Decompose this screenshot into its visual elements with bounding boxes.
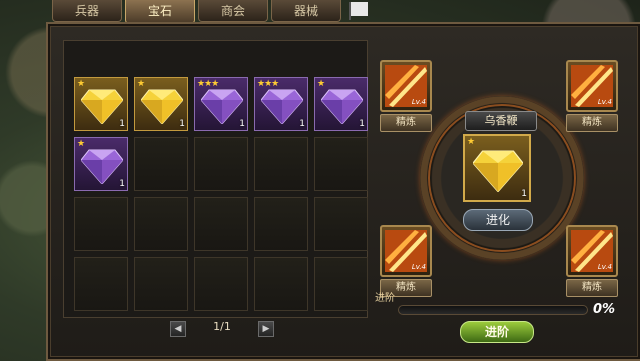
weapon-slot[interactable]: Lv.4 — [566, 225, 618, 277]
inventory-slot-empty[interactable] — [314, 197, 368, 251]
weapon-slot[interactable]: Lv.4 — [566, 60, 618, 112]
item-quantity: 1 — [521, 189, 527, 199]
weapon-slot[interactable]: Lv.4 — [380, 60, 432, 112]
item-quantity: 1 — [359, 119, 365, 129]
weapon-level: Lv.4 — [597, 98, 612, 106]
inventory-slot-purple-gem[interactable]: ★ 1 — [314, 77, 368, 131]
progress-percent: 0% — [593, 302, 616, 317]
item-quantity: 1 — [299, 119, 305, 129]
inventory-slot-empty[interactable] — [194, 257, 248, 311]
weapon-level: Lv.4 — [411, 263, 426, 271]
evolve-button[interactable]: 进化 — [463, 209, 533, 231]
item-quantity: 1 — [119, 179, 125, 189]
inventory-slot-purple-gem[interactable]: ★ 1 — [74, 137, 128, 191]
star-rating: ★★★ — [197, 79, 219, 89]
gold-gem-icon — [81, 89, 123, 124]
refine-button[interactable]: 精炼 — [380, 114, 432, 132]
inventory-slot-empty[interactable] — [254, 137, 308, 191]
center-gem-slot[interactable]: ★ 1 — [463, 134, 531, 202]
inventory-slot-empty[interactable] — [194, 197, 248, 251]
inventory-slot-gold-gem[interactable]: ★ 1 — [74, 77, 128, 131]
tab-gems[interactable]: 宝石 — [125, 0, 195, 24]
inventory-slot-empty[interactable] — [314, 137, 368, 191]
inventory-slot-gold-gem[interactable]: ★ 1 — [134, 77, 188, 131]
inventory-slot-purple-gem[interactable]: ★★★ 1 — [194, 77, 248, 131]
tab-bar: 兵器 宝石 商会 器械 — [52, 0, 341, 24]
next-page-button[interactable]: ▶ — [258, 321, 274, 337]
item-quantity: 1 — [119, 119, 125, 129]
progress-bar — [398, 305, 588, 315]
star-rating: ★★★ — [257, 79, 279, 89]
progress-label: 进阶 — [375, 293, 395, 304]
inventory-slot-empty[interactable] — [134, 257, 188, 311]
tab-merchant[interactable]: 商会 — [198, 0, 268, 22]
purple-gem-icon — [201, 89, 243, 124]
inventory-slot-empty[interactable] — [254, 197, 308, 251]
advance-button[interactable]: 进阶 — [460, 321, 534, 343]
inventory-slot-purple-gem[interactable]: ★★★ 1 — [254, 77, 308, 131]
pager: ◀ 1/1 ▶ — [170, 318, 274, 338]
tab-machinery[interactable]: 器械 — [271, 0, 341, 22]
star-rating: ★ — [317, 79, 325, 89]
star-rating: ★ — [77, 139, 85, 149]
inventory-slot-empty[interactable] — [74, 197, 128, 251]
refine-button[interactable]: 精炼 — [566, 279, 618, 297]
page-indicator: 1/1 — [213, 320, 231, 333]
item-name: 乌香鞭 — [465, 111, 537, 131]
inventory-grid: ★ 1 ★ 1 ★★★ 1 ★★★ 1 ★ 1 ★ 1 — [63, 40, 368, 318]
inventory-slot-empty[interactable] — [314, 257, 368, 311]
weapon-slot[interactable]: Lv.4 — [380, 225, 432, 277]
inventory-slot-empty[interactable] — [74, 257, 128, 311]
purple-gem-icon — [321, 89, 363, 124]
gold-gem-icon — [473, 150, 523, 192]
flag-icon — [349, 2, 368, 20]
inventory-slot-empty[interactable] — [254, 257, 308, 311]
item-quantity: 1 — [179, 119, 185, 129]
tab-weapons[interactable]: 兵器 — [52, 0, 122, 22]
star-rating: ★ — [467, 137, 475, 147]
prev-page-button[interactable]: ◀ — [170, 321, 186, 337]
inventory-slot-empty[interactable] — [134, 197, 188, 251]
item-quantity: 1 — [239, 119, 245, 129]
inventory-slot-empty[interactable] — [194, 137, 248, 191]
star-rating: ★ — [137, 79, 145, 89]
weapon-level: Lv.4 — [411, 98, 426, 106]
star-rating: ★ — [77, 79, 85, 89]
gold-gem-icon — [141, 89, 183, 124]
refine-button[interactable]: 精炼 — [566, 114, 618, 132]
inventory-slot-empty[interactable] — [134, 137, 188, 191]
purple-gem-icon — [261, 89, 303, 124]
weapon-level: Lv.4 — [597, 263, 612, 271]
purple-gem-icon — [81, 149, 123, 184]
